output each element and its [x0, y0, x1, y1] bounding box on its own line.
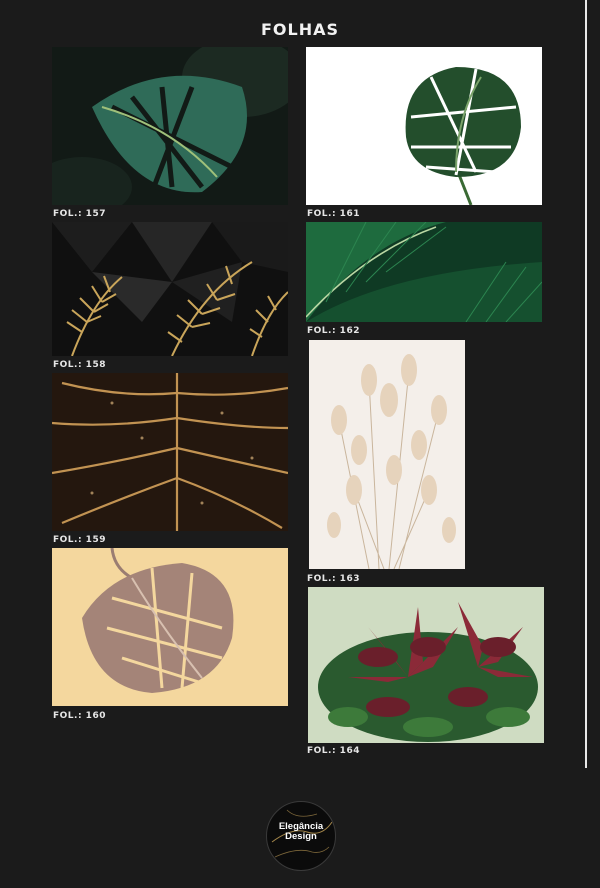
logo-line-2: Design [285, 831, 317, 842]
leaf-image-162[interactable] [306, 222, 542, 322]
leaf-image-163[interactable] [309, 340, 465, 569]
leaf-image-157[interactable] [52, 47, 288, 205]
leaf-image-159[interactable] [52, 373, 288, 531]
leaf-image-158[interactable] [52, 222, 288, 356]
item-code-162: FOL.: 162 [307, 326, 360, 336]
page-title: FOLHAS [260, 20, 340, 39]
leaf-image-160[interactable] [52, 548, 288, 706]
item-code-160: FOL.: 160 [53, 711, 106, 721]
item-code-157: FOL.: 157 [53, 209, 106, 219]
item-code-161: FOL.: 161 [307, 209, 360, 219]
right-divider [585, 0, 587, 768]
item-code-164: FOL.: 164 [307, 746, 360, 756]
leaf-image-164[interactable] [308, 587, 544, 743]
item-code-163: FOL.: 163 [307, 574, 360, 584]
brand-logo: Elegância Design [266, 801, 336, 871]
leaf-image-161[interactable] [306, 47, 542, 205]
item-code-158: FOL.: 158 [53, 360, 106, 370]
item-code-159: FOL.: 159 [53, 535, 106, 545]
